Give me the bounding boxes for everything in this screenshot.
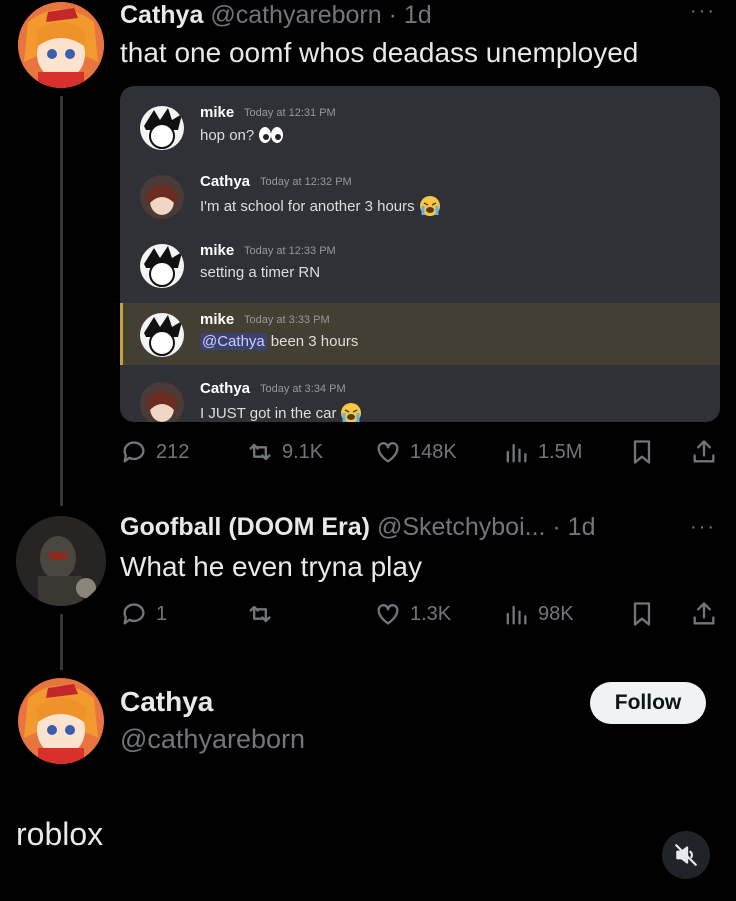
discord-username: mike	[200, 311, 235, 328]
discord-username: Cathya	[200, 173, 251, 190]
tweet-actions: 1 1.3K 98K	[120, 600, 720, 632]
follow-button[interactable]: Follow	[590, 682, 706, 724]
discord-text-content: I'm at school for another 3 hours	[200, 197, 415, 215]
discord-text-content: I JUST got in the car	[200, 404, 337, 422]
like-count: 148K	[410, 440, 457, 463]
repost-button[interactable]: 9.1K	[246, 438, 323, 466]
discord-text: I'm at school for another 3 hours	[200, 195, 441, 217]
bookmark-button[interactable]	[628, 600, 656, 628]
avatar-cathya[interactable]	[18, 2, 104, 88]
share-icon	[693, 602, 715, 625]
discord-username: mike	[200, 242, 235, 259]
goku-avatar-icon	[140, 244, 184, 288]
anime-avatar-icon	[18, 2, 104, 88]
discord-message: Cathya Today at 12:32 PM I'm at school f…	[120, 165, 720, 227]
avatar-goofball[interactable]	[16, 516, 106, 606]
discord-message: Cathya Today at 3:34 PM I JUST got in th…	[120, 372, 720, 422]
reply-button[interactable]: 1	[120, 600, 167, 628]
avatar-cathya-profile[interactable]	[18, 678, 104, 764]
views-icon	[506, 443, 527, 463]
share-icon	[693, 440, 715, 463]
mute-button[interactable]	[662, 831, 710, 879]
reply-icon	[123, 441, 145, 463]
tweet-text: that one oomf whos deadass unemployed	[120, 37, 639, 68]
heart-icon	[377, 604, 399, 625]
profile-handle[interactable]: @cathyareborn	[120, 724, 305, 755]
discord-screenshot[interactable]: mike Today at 12:31 PM hop on? Cathya To…	[120, 86, 720, 422]
views-button[interactable]: 98K	[502, 600, 574, 628]
discord-message-highlighted: mike Today at 3:33 PM @Cathya been 3 hour…	[120, 303, 720, 365]
thread-line	[60, 614, 63, 670]
anime-avatar-icon	[18, 678, 104, 764]
heart-icon	[377, 442, 399, 463]
discord-mention: @Cathya	[200, 333, 267, 350]
anime-avatar-icon	[140, 382, 184, 422]
views-count: 98K	[538, 602, 574, 625]
author-handle-time[interactable]: @Sketchyboi... · 1d	[377, 513, 596, 541]
discord-text: setting a timer RN	[200, 264, 320, 281]
discord-text-content: setting a timer RN	[200, 264, 321, 281]
share-button[interactable]	[690, 600, 718, 628]
repost-icon	[249, 443, 271, 461]
discord-timestamp: Today at 3:34 PM	[260, 383, 346, 395]
like-button[interactable]: 1.3K	[374, 600, 451, 628]
reply-button[interactable]: 212	[120, 438, 189, 466]
tweet-header: Goofball (DOOM Era) @Sketchyboi... · 1d	[120, 512, 595, 542]
profile-name[interactable]: Cathya	[120, 686, 213, 718]
repost-icon	[249, 605, 271, 623]
like-count: 1.3K	[410, 602, 452, 625]
more-icon[interactable]: ···	[690, 0, 716, 23]
like-button[interactable]: 148K	[374, 438, 457, 466]
goku-avatar-icon	[140, 313, 184, 357]
goku-avatar-icon	[140, 106, 184, 150]
crying-emoji-icon	[419, 196, 440, 216]
views-icon	[506, 605, 527, 625]
anime-avatar-icon	[140, 175, 184, 219]
author-handle-time[interactable]: @cathyareborn · 1d	[210, 1, 431, 29]
discord-text: I JUST got in the car	[200, 402, 362, 422]
mention-highlight-bar	[120, 303, 123, 365]
author-name[interactable]: Cathya	[120, 1, 203, 29]
views-button[interactable]: 1.5M	[502, 438, 582, 466]
reply-icon	[123, 603, 145, 625]
doom-avatar-icon	[16, 516, 106, 606]
repost-button[interactable]	[246, 600, 282, 628]
discord-timestamp: Today at 3:33 PM	[244, 314, 330, 326]
author-name[interactable]: Goofball (DOOM Era)	[120, 513, 370, 541]
more-icon[interactable]: ···	[690, 516, 716, 539]
share-button[interactable]	[690, 438, 718, 466]
eyes-emoji-icon	[259, 127, 284, 143]
discord-text: hop on?	[200, 126, 284, 144]
crying-emoji-icon	[341, 403, 362, 422]
tweet-actions: 212 9.1K 148K 1.5M	[120, 438, 720, 470]
tweet-header: Cathya @cathyareborn · 1d	[120, 0, 432, 30]
views-count: 1.5M	[538, 440, 583, 463]
bookmark-icon	[633, 602, 651, 626]
reply-count: 212	[156, 440, 190, 463]
discord-message: mike Today at 12:33 PM setting a timer R…	[120, 234, 720, 296]
bookmark-icon	[633, 440, 651, 464]
discord-timestamp: Today at 12:31 PM	[244, 107, 336, 119]
discord-message: mike Today at 12:31 PM hop on?	[120, 96, 720, 158]
caption-text: roblox	[16, 816, 104, 852]
discord-text-content: hop on?	[200, 126, 255, 144]
discord-text: @Cathya been 3 hours	[200, 333, 358, 350]
discord-timestamp: Today at 12:33 PM	[244, 245, 336, 257]
repost-count: 9.1K	[282, 440, 324, 463]
discord-username: Cathya	[200, 380, 251, 397]
discord-username: mike	[200, 104, 235, 121]
thread-line	[60, 96, 63, 506]
discord-text-content: been 3 hours	[270, 333, 359, 350]
tweet-text: What he even tryna play	[120, 551, 422, 582]
reply-count: 1	[156, 602, 168, 625]
discord-timestamp: Today at 12:32 PM	[260, 176, 352, 188]
bookmark-button[interactable]	[628, 438, 656, 466]
speaker-muted-icon	[675, 844, 697, 866]
